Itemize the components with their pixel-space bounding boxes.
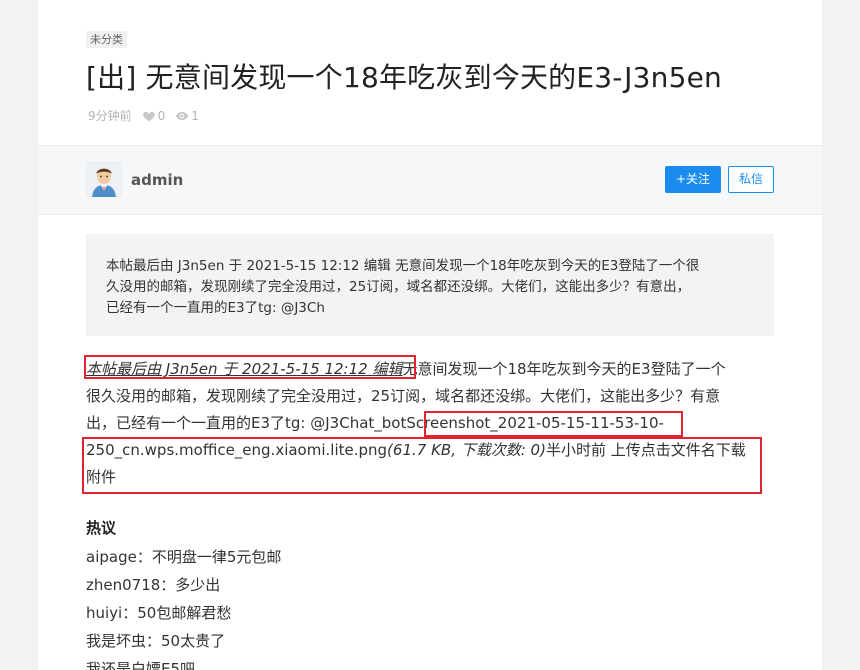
heart-icon [142, 111, 155, 121]
quote-line: 本帖最后由 J3n5en 于 2021-5-15 12:12 编辑 无意间发现一… [106, 258, 700, 274]
content-text: 无意间发现一个18年吃灰到今天的E3登陆了一个 [402, 360, 726, 378]
list-item: zhen0718：多少出 [86, 576, 221, 594]
category-badge[interactable]: 未分类 [86, 31, 127, 48]
eye-icon [176, 111, 189, 120]
avatar-icon [86, 161, 122, 197]
content-line: 本帖最后由 J3n5en 于 2021-5-15 12:12 编辑无意间发现一个… [86, 356, 776, 383]
post-header: 未分类 [出] 无意间发现一个18年吃灰到今天的E3-J3n5en 9分钟前 0… [38, 0, 822, 145]
avatar[interactable] [86, 161, 122, 197]
content-line: 很久没用的邮箱，发现刚续了完全没用过，25订阅，域名都还没绑。大佬们，这能出多少… [86, 387, 721, 405]
edited-note: 本帖最后由 J3n5en 于 2021-5-15 12:12 编辑 [86, 360, 403, 378]
private-message-button[interactable]: 私信 [728, 166, 774, 193]
attachment-link[interactable]: Screenshot_2021-05-15-11-53-10- [406, 414, 664, 432]
content-line: 附件 [86, 468, 117, 486]
post-meta: 9分钟前 0 1 [88, 107, 209, 124]
follow-button[interactable]: +关注 [665, 166, 721, 193]
quote-line: 久没用的邮箱，发现刚续了完全没用过，25订阅，域名都还没绑。大佬们，这能出多少？… [106, 279, 691, 295]
hot-discussion-title: 热议 [86, 519, 117, 537]
author-bar: admin +关注 私信 [38, 145, 822, 215]
post-card: 未分类 [出] 无意间发现一个18年吃灰到今天的E3-J3n5en 9分钟前 0… [38, 0, 822, 670]
post-time-text: 9分钟前 [88, 109, 132, 123]
post-content: 本帖最后由 J3n5en 于 2021-5-15 12:12 编辑无意间发现一个… [86, 356, 776, 491]
view-count-text: 1 [191, 108, 199, 123]
attachment-filename-link[interactable]: 250_cn.wps.moffice_eng.xiaomi.lite.png [86, 441, 387, 459]
like-count-text: 0 [157, 108, 166, 123]
author-name[interactable]: admin [131, 171, 183, 189]
post-title: [出] 无意间发现一个18年吃灰到今天的E3-J3n5en [86, 61, 722, 94]
list-item: 我是坏虫：50太贵了 [86, 632, 226, 650]
attachment-info: (61.7 KB, 下载次数: 0) [387, 441, 546, 459]
summary-quote: 本帖最后由 J3n5en 于 2021-5-15 12:12 编辑 无意间发现一… [86, 234, 774, 336]
list-item: 我还是白嫖E5吧 [86, 660, 196, 670]
view-count: 1 [175, 109, 199, 123]
content-text: 出，已经有一个一直用的E3了tg: @J3Chat_bot [86, 414, 407, 432]
post-time: 9分钟前 [88, 107, 132, 124]
attachment-hint: 半小时前 上传点击文件名下载 [545, 441, 746, 459]
quote-line: 已经有一个一直用的E3了tg: @J3Ch [106, 300, 325, 316]
content-line: 出，已经有一个一直用的E3了tg: @J3Chat_botScreenshot_… [86, 410, 776, 437]
list-item: huiyi：50包邮解君愁 [86, 604, 232, 622]
content-line: 250_cn.wps.moffice_eng.xiaomi.lite.png(6… [86, 437, 776, 464]
hot-comments-list: aipage：不明盘一律5元包邮 zhen0718：多少出 huiyi：50包邮… [86, 543, 281, 670]
like-count[interactable]: 0 [142, 108, 166, 123]
list-item: aipage：不明盘一律5元包邮 [86, 548, 282, 566]
